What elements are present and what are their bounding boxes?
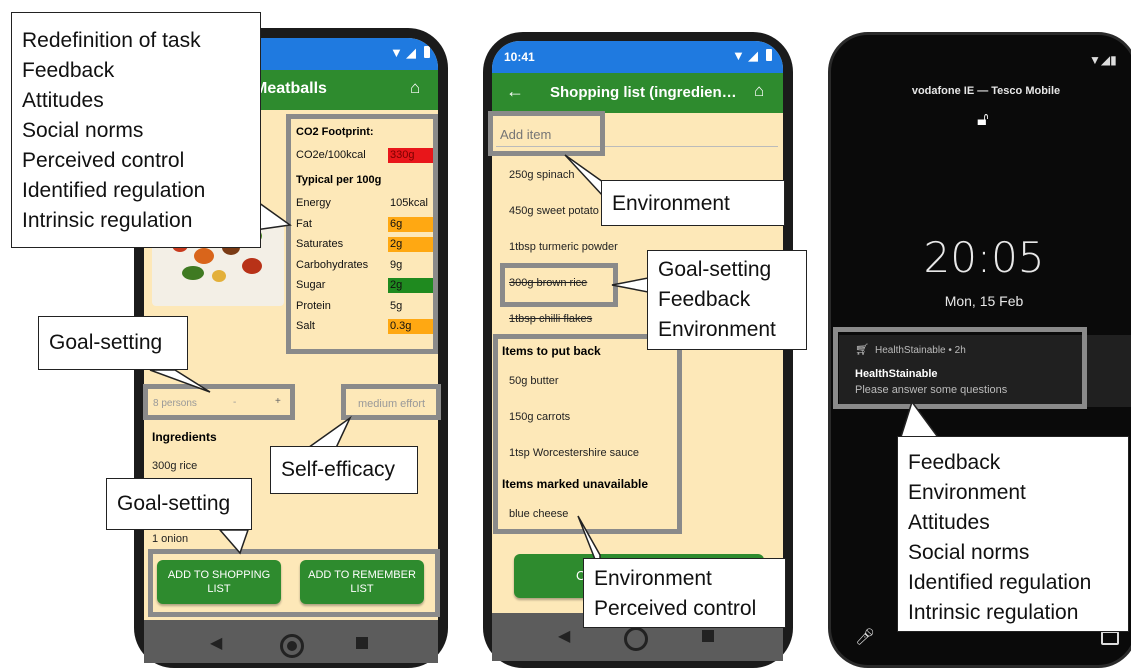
home-circle-icon[interactable] <box>624 627 648 651</box>
highlight-persons <box>143 384 295 420</box>
recents-square-icon[interactable] <box>356 637 368 649</box>
page-title: Shopping list (ingredien… <box>550 84 737 101</box>
home-circle-icon[interactable] <box>280 634 304 658</box>
back-triangle-icon[interactable]: ◀ <box>210 633 222 653</box>
highlight-put-back <box>493 334 682 534</box>
shopping-list-item[interactable]: 1tbsp chilli flakes <box>509 313 592 325</box>
highlight-add-item <box>488 111 605 156</box>
shopping-list-item[interactable]: 450g sweet potato <box>509 205 599 217</box>
callout-top-left: Redefinition of task Feedback Attitudes … <box>11 12 261 248</box>
highlight-buttons <box>148 549 440 617</box>
battery-icon <box>766 49 772 61</box>
callout-goal-feedback-environment: Goal-setting Feedback Environment <box>647 250 807 350</box>
back-triangle-icon[interactable]: ◀ <box>558 626 570 646</box>
battery-icon <box>424 46 430 58</box>
highlight-nutrition <box>286 114 438 354</box>
ingredients-heading: Ingredients <box>152 430 217 444</box>
callout-goal-setting-1: Goal-setting <box>38 316 188 370</box>
home-icon[interactable]: ⌂ <box>410 78 420 98</box>
wifi-icon: ▼ <box>732 48 745 63</box>
nav-bar: ◀ <box>144 620 438 663</box>
ingredient-item: 300g rice <box>152 460 198 472</box>
lock-date: Mon, 15 Feb <box>944 293 1024 309</box>
phone-2-appbar: ← Shopping list (ingredien… ⌂ <box>492 73 783 113</box>
callout-environment-1: Environment <box>601 180 785 226</box>
status-time: 10:41 <box>504 50 535 64</box>
callout-self-efficacy: Self-efficacy <box>270 446 418 494</box>
callout-right-bottom: Feedback Environment Attitudes Social no… <box>897 436 1129 632</box>
ingredient-item: 1 onion <box>152 533 189 545</box>
highlight-effort <box>341 384 441 420</box>
back-arrow-icon[interactable]: ← <box>506 81 524 102</box>
signal-icon: ◢ <box>748 48 758 63</box>
wifi-icon: ▼ <box>390 45 403 60</box>
recents-square-icon[interactable] <box>702 630 714 642</box>
highlight-notification <box>833 327 1087 409</box>
home-icon[interactable]: ⌂ <box>754 81 764 101</box>
wifi-icon: ▼◢▮ <box>1089 53 1117 67</box>
camera-icon[interactable] <box>1101 631 1119 645</box>
page-title: Meatballs <box>254 80 327 97</box>
unlock-icon[interactable]: 🔓︎ <box>977 109 989 130</box>
shopping-list-item[interactable]: 1tbsp turmeric powder <box>509 241 618 253</box>
signal-icon: ◢ <box>406 45 416 60</box>
carrier-label: vodafone IE — Tesco Mobile <box>911 85 1061 97</box>
phone-2-statusbar: 10:41 ▼ ◢ <box>492 41 783 73</box>
lock-clock: 20:05 <box>923 233 1045 282</box>
shopping-list-item[interactable]: 250g spinach <box>509 169 574 181</box>
microphone-icon[interactable]: 🎤︎ <box>855 627 875 647</box>
callout-goal-setting-2: Goal-setting <box>106 478 252 530</box>
callout-environment-perceived-control: Environment Perceived control <box>583 558 786 628</box>
highlight-struck-item <box>500 263 618 307</box>
